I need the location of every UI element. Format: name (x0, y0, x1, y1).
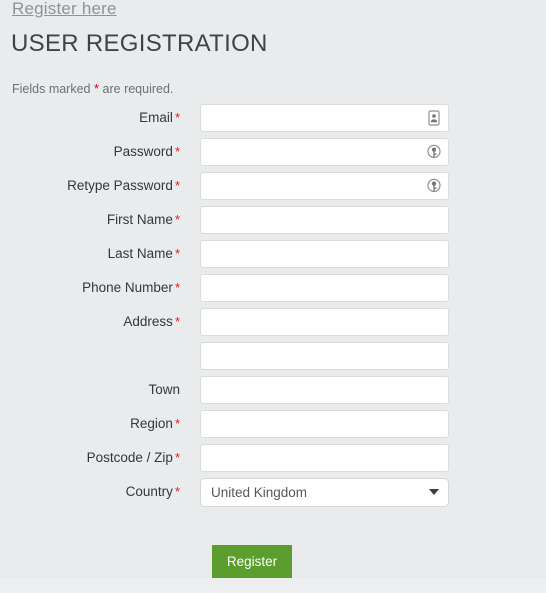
form-row-phone-number: Phone Number * (0, 274, 546, 308)
form-row-country: Country * United Kingdom (0, 478, 546, 512)
field-label-text: First Name (106, 212, 173, 227)
field-label: Retype Password * (0, 177, 180, 195)
input-retype-password[interactable] (200, 172, 449, 200)
form-row-address-line-2 (0, 342, 546, 376)
field-label: First Name * (0, 211, 180, 229)
required-asterisk-icon: * (174, 450, 180, 465)
required-asterisk-icon: * (174, 178, 180, 193)
field-label: Email * (0, 109, 180, 127)
field-control (200, 444, 449, 472)
input-first-name[interactable] (200, 206, 449, 234)
field-control (200, 172, 449, 200)
submit-row: Register (0, 545, 546, 579)
required-fields-note: Fields marked * are required. (12, 81, 173, 97)
field-control (200, 308, 449, 336)
field-control (200, 206, 449, 234)
field-control (200, 376, 449, 404)
input-address[interactable] (200, 308, 449, 336)
registration-form: Email * Password * Retype Password * First Nam… (0, 104, 546, 512)
input-password[interactable] (200, 138, 449, 166)
form-row-password: Password * (0, 138, 546, 172)
field-label-text: Postcode / Zip (86, 450, 173, 465)
field-label-text: Town (148, 382, 180, 397)
field-label-text: Phone Number (82, 280, 173, 295)
field-control (200, 274, 449, 302)
input-email[interactable] (200, 104, 449, 132)
form-row-first-name: First Name * (0, 206, 546, 240)
field-label-text: Address (123, 314, 173, 329)
input-region[interactable] (200, 410, 449, 438)
field-label: Region * (0, 415, 180, 433)
field-label: Password * (0, 143, 180, 161)
form-row-address: Address * (0, 308, 546, 342)
footer-band (0, 578, 546, 593)
page-title: USER REGISTRATION (11, 30, 268, 57)
form-row-email: Email * (0, 104, 546, 138)
input-last-name[interactable] (200, 240, 449, 268)
field-label-text: Country (125, 484, 173, 499)
input-phone-number[interactable] (200, 274, 449, 302)
field-label-text: Region (130, 416, 173, 431)
field-label-text: Last Name (107, 246, 173, 261)
field-control (200, 104, 449, 132)
required-asterisk-icon: * (174, 314, 180, 329)
field-control (200, 410, 449, 438)
required-asterisk-icon: * (174, 212, 180, 227)
field-control (200, 240, 449, 268)
form-row-retype-password: Retype Password * (0, 172, 546, 206)
field-label: Country * (0, 483, 180, 501)
required-asterisk-icon: * (174, 416, 180, 431)
input-town[interactable] (200, 376, 449, 404)
registration-page: Register here USER REGISTRATION Fields m… (0, 0, 546, 578)
field-label-text: Email (139, 110, 173, 125)
required-asterisk-icon: * (174, 280, 180, 295)
form-row-postcode-zip: Postcode / Zip * (0, 444, 546, 478)
field-label: Phone Number * (0, 279, 180, 297)
breadcrumb-register-here[interactable]: Register here (12, 0, 117, 20)
field-label: Postcode / Zip * (0, 449, 180, 467)
input-address-line-2[interactable] (200, 342, 449, 370)
required-asterisk-icon: * (174, 144, 180, 159)
required-note-prefix: Fields marked (12, 82, 91, 96)
field-label: Last Name * (0, 245, 180, 263)
required-note-suffix: are required. (102, 82, 174, 96)
country-select[interactable]: United Kingdom (200, 478, 449, 507)
field-label: Town (0, 381, 180, 399)
field-label-text: Password (113, 144, 173, 159)
field-control (200, 342, 449, 370)
field-label-text: Retype Password (67, 178, 173, 193)
required-asterisk-icon: * (174, 484, 180, 499)
field-control (200, 138, 449, 166)
required-asterisk-icon: * (93, 81, 100, 96)
form-row-last-name: Last Name * (0, 240, 546, 274)
required-asterisk-icon: * (174, 110, 180, 125)
input-postcode-zip[interactable] (200, 444, 449, 472)
form-row-region: Region * (0, 410, 546, 444)
required-asterisk-icon: * (174, 246, 180, 261)
field-label: Address * (0, 313, 180, 331)
country-select-value[interactable]: United Kingdom (200, 478, 449, 507)
register-button[interactable]: Register (212, 545, 292, 578)
form-row-town: Town (0, 376, 546, 410)
